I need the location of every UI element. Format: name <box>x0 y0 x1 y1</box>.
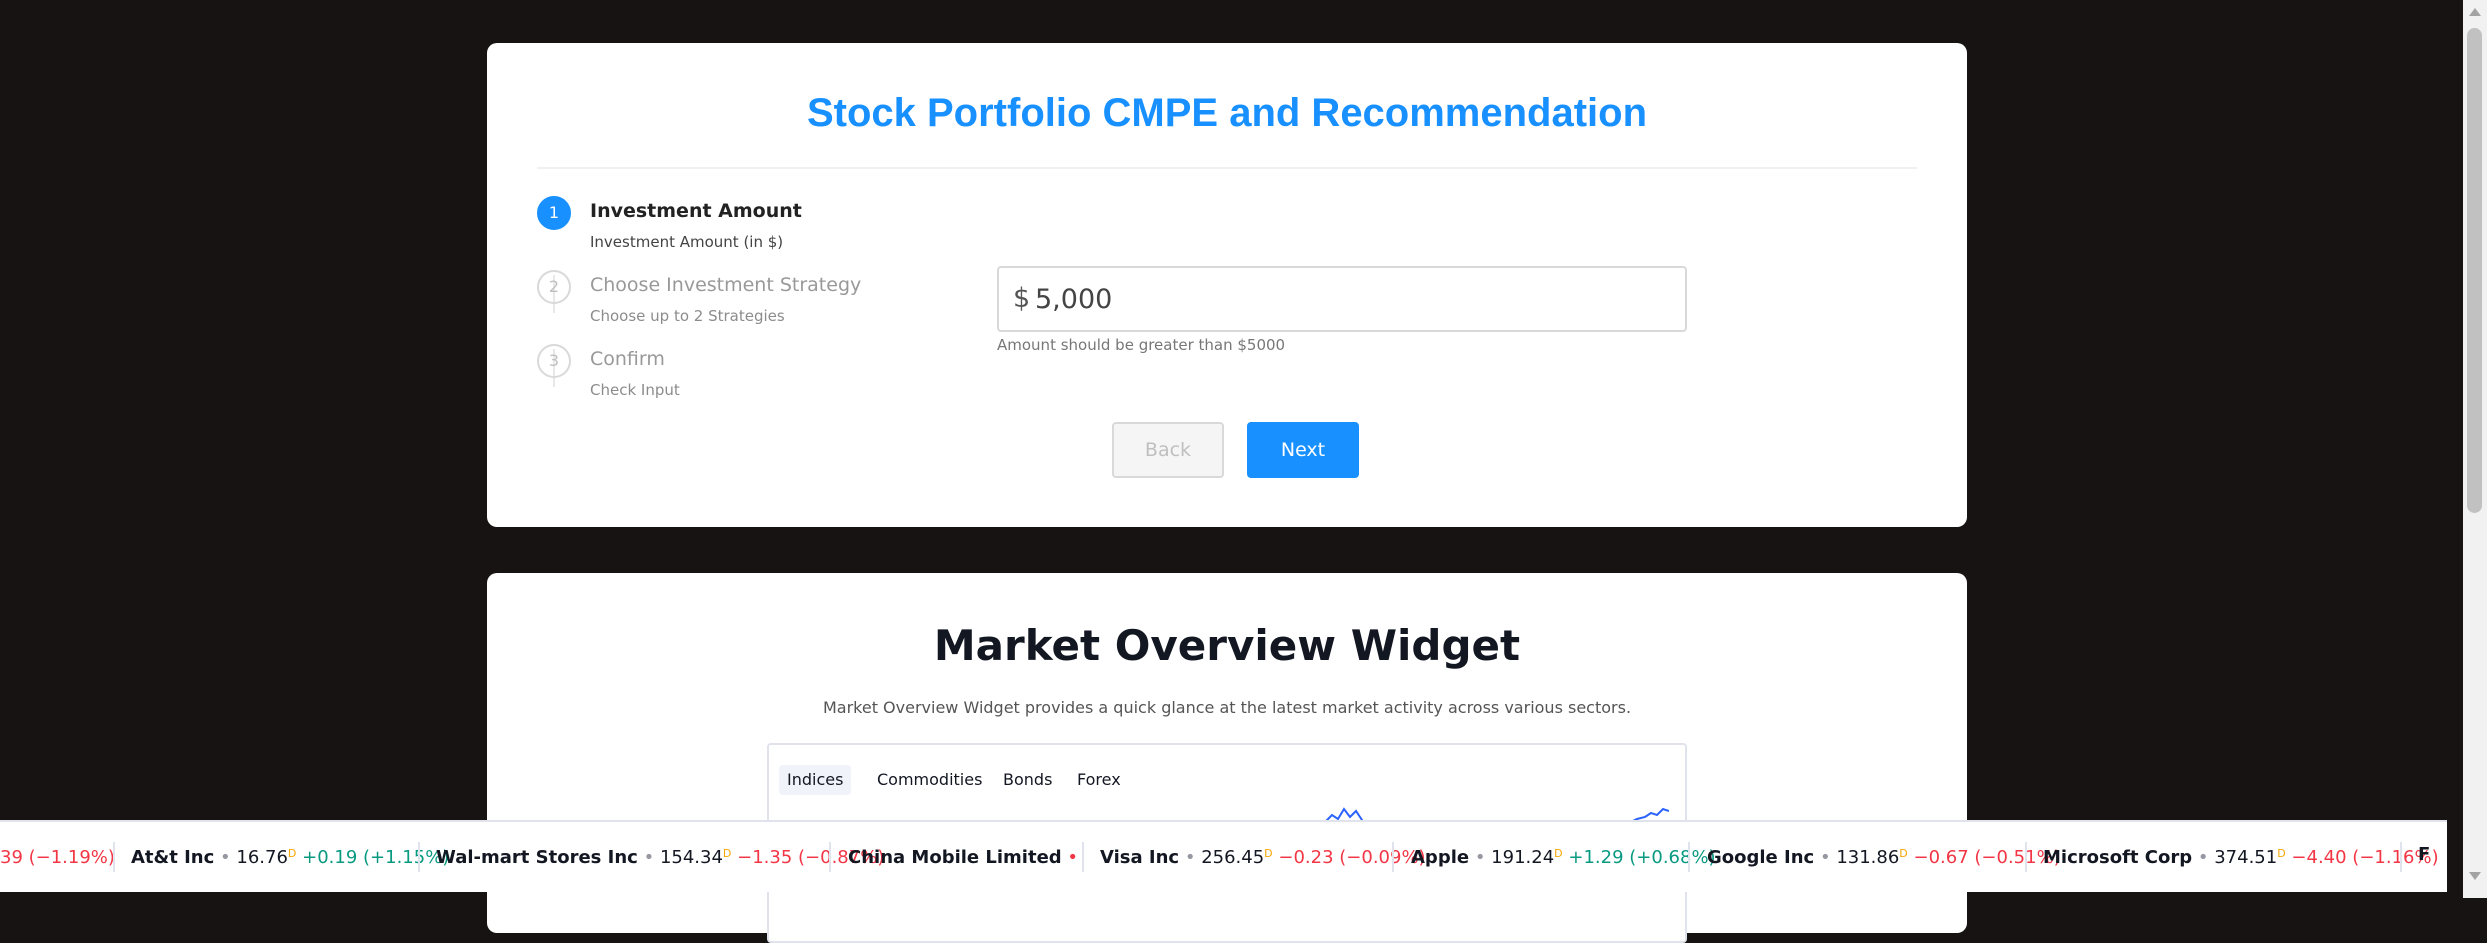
ticker-name: China Mobile Limited <box>848 847 1062 868</box>
tradingview-logo-icon[interactable]: F <box>2418 844 2430 865</box>
ticker-divider <box>1688 842 1690 872</box>
ticker-name: Microsoft Corp <box>2043 847 2193 868</box>
page-title: Stock Portfolio CMPE and Recommendation <box>806 91 1648 135</box>
ticker-tape[interactable]: 39 (−1.19%) At&t Inc • 16.76D +0.19 (+1.… <box>0 820 2447 892</box>
ticker-divider <box>2400 842 2402 872</box>
investment-amount-input[interactable] <box>1035 278 1655 320</box>
ticker-change: −0.67 (−0.51%) <box>1913 847 2061 868</box>
tab-bonds[interactable]: Bonds <box>995 765 1060 795</box>
market-overview-title: Market Overview Widget <box>933 621 1521 670</box>
back-button[interactable]: Back <box>1112 422 1224 478</box>
ticker-item[interactable]: Visa Inc • 256.45D −0.23 (−0.09%) <box>1100 847 1426 868</box>
step-number: 1 <box>537 196 571 230</box>
ticker-change: 39 (−1.19%) <box>0 847 115 868</box>
scroll-down-arrow-icon[interactable] <box>2469 872 2481 880</box>
tab-indices[interactable]: Indices <box>779 765 852 795</box>
ticker-item[interactable]: Google Inc • 131.86D −0.67 (−0.51%) <box>1707 847 2061 868</box>
ticker-divider <box>829 842 831 872</box>
ticker-price: 256.45 <box>1201 847 1265 868</box>
next-button[interactable]: Next <box>1247 422 1359 478</box>
step-description: Check Input <box>590 381 680 399</box>
ticker-item[interactable]: Wal-mart Stores Inc • 154.34D −1.35 (−0.… <box>436 847 884 868</box>
page-scrollbar[interactable] <box>2463 0 2487 898</box>
step-description: Investment Amount (in $) <box>590 233 784 251</box>
ticker-name: Visa Inc <box>1100 847 1180 868</box>
ticker-price: 16.76 <box>236 847 288 868</box>
ticker-divider <box>1082 842 1084 872</box>
title-divider <box>537 167 1917 169</box>
ticker-name: At&t Inc <box>131 847 215 868</box>
amount-hint: Amount should be greater than $5000 <box>997 336 1286 354</box>
ticker-item[interactable]: China Mobile Limited • <box>848 847 1078 868</box>
ticker-item[interactable]: At&t Inc • 16.76D +0.19 (+1.15%) <box>131 847 449 868</box>
tab-commodities[interactable]: Commodities <box>869 765 990 795</box>
step-number: 3 <box>537 344 571 378</box>
tab-forex[interactable]: Forex <box>1069 765 1129 795</box>
step-label: Choose Investment Strategy <box>590 274 862 296</box>
ticker-divider <box>418 842 420 872</box>
market-overview-description: Market Overview Widget provides a quick … <box>822 698 1632 717</box>
ticker-name: Google Inc <box>1707 847 1815 868</box>
step-label: Investment Amount <box>590 200 802 222</box>
ticker-price: 154.34 <box>659 847 723 868</box>
ticker-item[interactable]: 39 (−1.19%) <box>0 847 115 868</box>
ticker-price: 131.86 <box>1836 847 1900 868</box>
currency-symbol: $ <box>1013 283 1031 314</box>
ticker-price: 374.51 <box>2214 847 2278 868</box>
ticker-price: 191.24 <box>1491 847 1555 868</box>
ticker-change: −0.23 (−0.09%) <box>1278 847 1426 868</box>
ticker-name: Apple <box>1411 847 1470 868</box>
scroll-up-arrow-icon[interactable] <box>2469 8 2481 16</box>
scrollbar-thumb[interactable] <box>2467 28 2482 513</box>
investment-form-card: Stock Portfolio CMPE and Recommendation … <box>487 43 1967 527</box>
ticker-name: Wal-mart Stores Inc <box>436 847 638 868</box>
ticker-item[interactable]: Microsoft Corp • 374.51D −4.40 (−1.16%) <box>2043 847 2439 868</box>
step-description: Choose up to 2 Strategies <box>590 307 785 325</box>
ticker-change: −4.40 (−1.16%) <box>2291 847 2439 868</box>
ticker-change: +0.19 (+1.15%) <box>302 847 450 868</box>
investment-amount-field[interactable]: $ <box>997 266 1687 332</box>
ticker-divider <box>1392 842 1394 872</box>
ticker-divider <box>113 842 115 872</box>
step-label: Confirm <box>590 348 665 370</box>
ticker-divider <box>2025 842 2027 872</box>
step-number: 2 <box>537 270 571 304</box>
ticker-item[interactable]: Apple • 191.24D +1.29 (+0.68%) <box>1411 847 1716 868</box>
ticker-change: +1.29 (+0.68%) <box>1568 847 1716 868</box>
